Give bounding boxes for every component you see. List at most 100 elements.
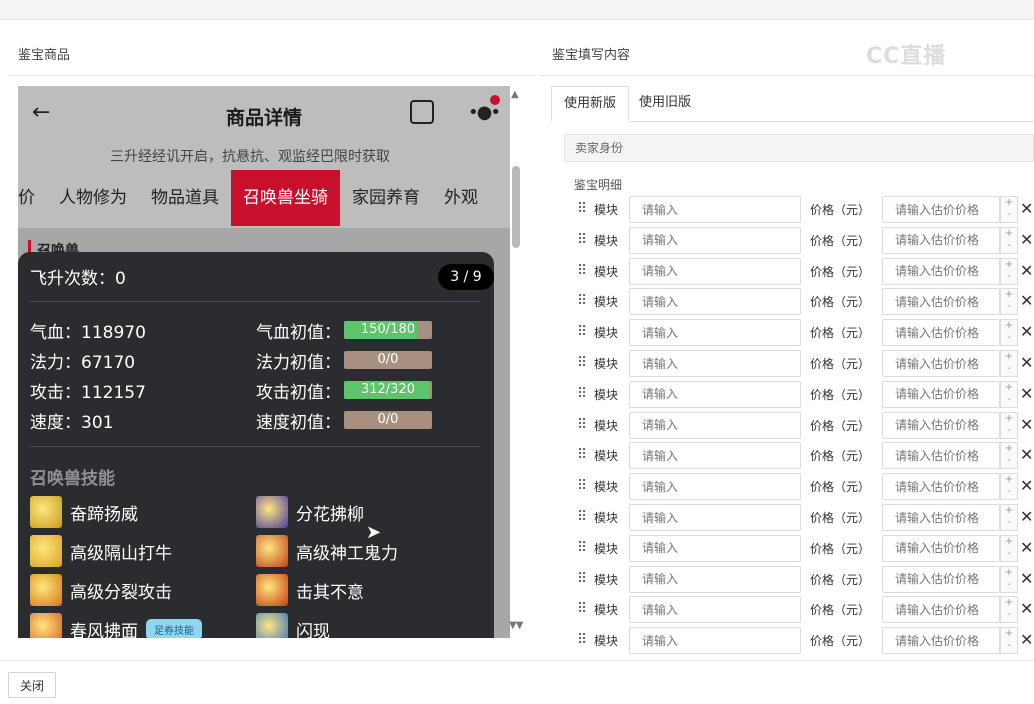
skill-item[interactable]: 分花拂柳 bbox=[256, 496, 364, 528]
price-stepper[interactable]: + - bbox=[1000, 288, 1018, 316]
drag-handle-icon[interactable]: ⠿ bbox=[577, 263, 587, 279]
scroll-up-icon[interactable]: ▲ bbox=[511, 89, 519, 100]
remove-row-icon[interactable]: ✕ bbox=[1020, 261, 1033, 280]
module-input[interactable] bbox=[629, 226, 801, 254]
drag-handle-icon[interactable]: ⠿ bbox=[577, 232, 587, 248]
module-input[interactable] bbox=[629, 627, 801, 655]
stat-init-label: 气血初值： bbox=[256, 323, 341, 343]
module-input[interactable] bbox=[629, 534, 801, 562]
skill-item[interactable]: 击其不意 bbox=[256, 574, 364, 606]
module-input[interactable] bbox=[629, 196, 801, 223]
share-icon[interactable] bbox=[410, 100, 434, 124]
remove-row-icon[interactable]: ✕ bbox=[1020, 353, 1033, 372]
skill-item[interactable]: 高级隔山打牛 bbox=[30, 535, 172, 567]
price-input[interactable] bbox=[882, 473, 1000, 501]
tab-old-version[interactable]: 使用旧版 bbox=[627, 86, 703, 122]
seller-identity-section[interactable]: 卖家身份 bbox=[564, 134, 1034, 162]
drag-handle-icon[interactable]: ⠿ bbox=[577, 540, 587, 556]
remove-row-icon[interactable]: ✕ bbox=[1020, 291, 1033, 310]
price-input[interactable] bbox=[882, 504, 1000, 531]
close-button[interactable]: 关闭 bbox=[8, 672, 56, 698]
price-input[interactable] bbox=[882, 288, 1000, 316]
tab-4[interactable]: 家园养育 bbox=[340, 170, 432, 226]
skill-item[interactable]: 闪现 bbox=[256, 613, 330, 638]
drag-handle-icon[interactable]: ⠿ bbox=[577, 447, 587, 463]
remove-row-icon[interactable]: ✕ bbox=[1020, 507, 1033, 526]
module-input[interactable] bbox=[629, 565, 801, 593]
module-label: 模块 bbox=[594, 418, 619, 433]
price-stepper[interactable]: + - bbox=[1000, 226, 1018, 254]
price-stepper[interactable]: + - bbox=[1000, 627, 1018, 655]
price-input[interactable] bbox=[882, 257, 1000, 285]
price-stepper[interactable]: + - bbox=[1000, 442, 1018, 470]
price-input[interactable] bbox=[882, 442, 1000, 470]
price-input[interactable] bbox=[882, 627, 1000, 655]
price-input[interactable] bbox=[882, 411, 1000, 439]
price-input[interactable] bbox=[882, 196, 1000, 223]
remove-row-icon[interactable]: ✕ bbox=[1020, 569, 1033, 588]
drag-handle-icon[interactable]: ⠿ bbox=[577, 478, 587, 494]
drag-handle-icon[interactable]: ⠿ bbox=[577, 355, 587, 371]
module-input[interactable] bbox=[629, 257, 801, 285]
price-input[interactable] bbox=[882, 565, 1000, 593]
remove-row-icon[interactable]: ✕ bbox=[1020, 230, 1033, 249]
price-stepper[interactable]: + - bbox=[1000, 534, 1018, 562]
price-stepper[interactable]: + - bbox=[1000, 257, 1018, 285]
skill-item[interactable]: 奋蹄扬威 bbox=[30, 496, 138, 528]
preview-scrollbar[interactable] bbox=[512, 166, 520, 248]
price-stepper[interactable]: + - bbox=[1000, 473, 1018, 501]
skill-item[interactable]: 春风拂面 足券技能 bbox=[30, 613, 202, 638]
drag-handle-icon[interactable]: ⠿ bbox=[577, 386, 587, 402]
module-input[interactable] bbox=[629, 319, 801, 347]
tab-new-version[interactable]: 使用新版 bbox=[551, 86, 630, 122]
skill-item[interactable]: 高级分裂攻击 bbox=[30, 574, 172, 606]
remove-row-icon[interactable]: ✕ bbox=[1020, 476, 1033, 495]
price-stepper[interactable]: + - bbox=[1000, 504, 1018, 531]
tab-1[interactable]: 人物修为 bbox=[47, 170, 139, 226]
module-input[interactable] bbox=[629, 350, 801, 377]
price-stepper[interactable]: + - bbox=[1000, 319, 1018, 347]
price-stepper[interactable]: + - bbox=[1000, 596, 1018, 624]
drag-handle-icon[interactable]: ⠿ bbox=[577, 293, 587, 309]
module-input[interactable] bbox=[629, 380, 801, 408]
remove-row-icon[interactable]: ✕ bbox=[1020, 322, 1033, 341]
module-input[interactable] bbox=[629, 442, 801, 470]
remove-row-icon[interactable]: ✕ bbox=[1020, 445, 1033, 464]
drag-handle-icon[interactable]: ⠿ bbox=[577, 632, 587, 648]
drag-handle-icon[interactable]: ⠿ bbox=[577, 601, 587, 617]
price-input[interactable] bbox=[882, 380, 1000, 408]
module-input[interactable] bbox=[629, 596, 801, 624]
scroll-down-icon[interactable]: ▼▼ bbox=[509, 620, 523, 631]
tab-2[interactable]: 物品道具 bbox=[139, 170, 231, 226]
tab-5[interactable]: 外观 bbox=[432, 170, 490, 226]
price-stepper[interactable]: + - bbox=[1000, 411, 1018, 439]
price-input[interactable] bbox=[882, 350, 1000, 377]
module-input[interactable] bbox=[629, 288, 801, 316]
skill-name: 分花拂柳 bbox=[296, 504, 364, 525]
module-input[interactable] bbox=[629, 504, 801, 531]
remove-row-icon[interactable]: ✕ bbox=[1020, 415, 1033, 434]
tab-0[interactable]: 价 bbox=[18, 170, 47, 226]
price-input[interactable] bbox=[882, 596, 1000, 624]
more-icon[interactable]: •●• bbox=[468, 102, 501, 123]
remove-row-icon[interactable]: ✕ bbox=[1020, 384, 1033, 403]
drag-handle-icon[interactable]: ⠿ bbox=[577, 324, 587, 340]
price-input[interactable] bbox=[882, 319, 1000, 347]
price-stepper[interactable]: + - bbox=[1000, 196, 1018, 223]
drag-handle-icon[interactable]: ⠿ bbox=[577, 509, 587, 525]
price-stepper[interactable]: + - bbox=[1000, 380, 1018, 408]
price-input[interactable] bbox=[882, 534, 1000, 562]
module-input[interactable] bbox=[629, 411, 801, 439]
drag-handle-icon[interactable]: ⠿ bbox=[577, 571, 587, 587]
drag-handle-icon[interactable]: ⠿ bbox=[577, 417, 587, 433]
remove-row-icon[interactable]: ✕ bbox=[1020, 538, 1033, 557]
remove-row-icon[interactable]: ✕ bbox=[1020, 599, 1033, 618]
price-stepper[interactable]: + - bbox=[1000, 350, 1018, 377]
tab-3[interactable]: 召唤兽坐骑 bbox=[231, 170, 340, 226]
remove-row-icon[interactable]: ✕ bbox=[1020, 630, 1033, 649]
price-input[interactable] bbox=[882, 226, 1000, 254]
drag-handle-icon[interactable]: ⠿ bbox=[577, 201, 587, 217]
remove-row-icon[interactable]: ✕ bbox=[1020, 199, 1033, 218]
price-stepper[interactable]: + - bbox=[1000, 565, 1018, 593]
module-input[interactable] bbox=[629, 473, 801, 501]
